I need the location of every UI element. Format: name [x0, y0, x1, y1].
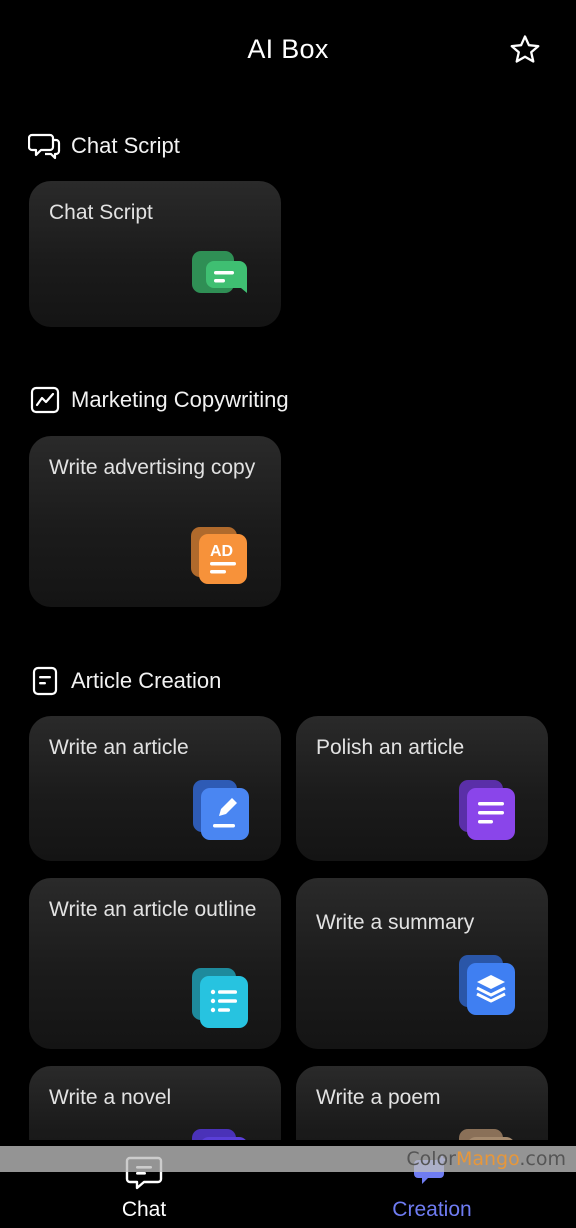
card-write-an-article[interactable]: Write an article	[29, 716, 281, 861]
nav-label: Chat	[121, 1198, 167, 1221]
trend-chart-icon	[28, 383, 62, 417]
page-title: AI Box	[247, 34, 329, 64]
ad-document-icon: AD	[189, 525, 249, 585]
card-label: Write a poem	[316, 1086, 441, 1109]
card-write-advertising-copy[interactable]: Write advertising copy AD	[29, 436, 281, 607]
text-lines-icon	[457, 780, 517, 840]
app-header: AI Box	[0, 0, 576, 100]
layers-icon	[457, 955, 517, 1015]
nav-label: Creation	[392, 1198, 472, 1221]
section-article-creation: Article Creation	[28, 663, 221, 699]
section-marketing: Marketing Copywriting	[28, 382, 289, 418]
card-label: Write advertising copy	[49, 456, 256, 479]
card-label: Chat Script	[49, 201, 153, 224]
card-label: Write a summary	[316, 911, 475, 934]
edit-document-icon	[191, 780, 251, 840]
watermark-part: Color	[406, 1148, 456, 1170]
card-chat-script[interactable]: Chat Script	[29, 181, 281, 327]
section-title: Chat Script	[71, 133, 180, 158]
svg-text:AD: AD	[210, 543, 233, 560]
watermark-strip: ColorMango.com	[0, 1146, 576, 1172]
section-title: Marketing Copywriting	[71, 387, 289, 412]
watermark-part: Mango	[455, 1148, 520, 1170]
watermark-text: ColorMango.com	[406, 1148, 566, 1170]
card-label: Write an article outline	[49, 898, 257, 921]
chat-script-icon	[190, 249, 250, 309]
card-label: Write an article	[49, 736, 189, 759]
card-write-a-summary[interactable]: Write a summary	[296, 878, 548, 1049]
document-icon	[28, 664, 62, 698]
watermark-part: .com	[519, 1148, 566, 1170]
star-icon[interactable]	[508, 33, 542, 67]
card-label: Write a novel	[49, 1086, 172, 1109]
chat-bubbles-icon	[28, 129, 62, 163]
section-chat-script: Chat Script	[28, 128, 180, 164]
list-icon	[190, 968, 250, 1028]
card-write-an-article-outline[interactable]: Write an article outline	[29, 878, 281, 1049]
card-label: Polish an article	[316, 736, 465, 759]
card-polish-an-article[interactable]: Polish an article	[296, 716, 548, 861]
section-title: Article Creation	[71, 668, 222, 693]
